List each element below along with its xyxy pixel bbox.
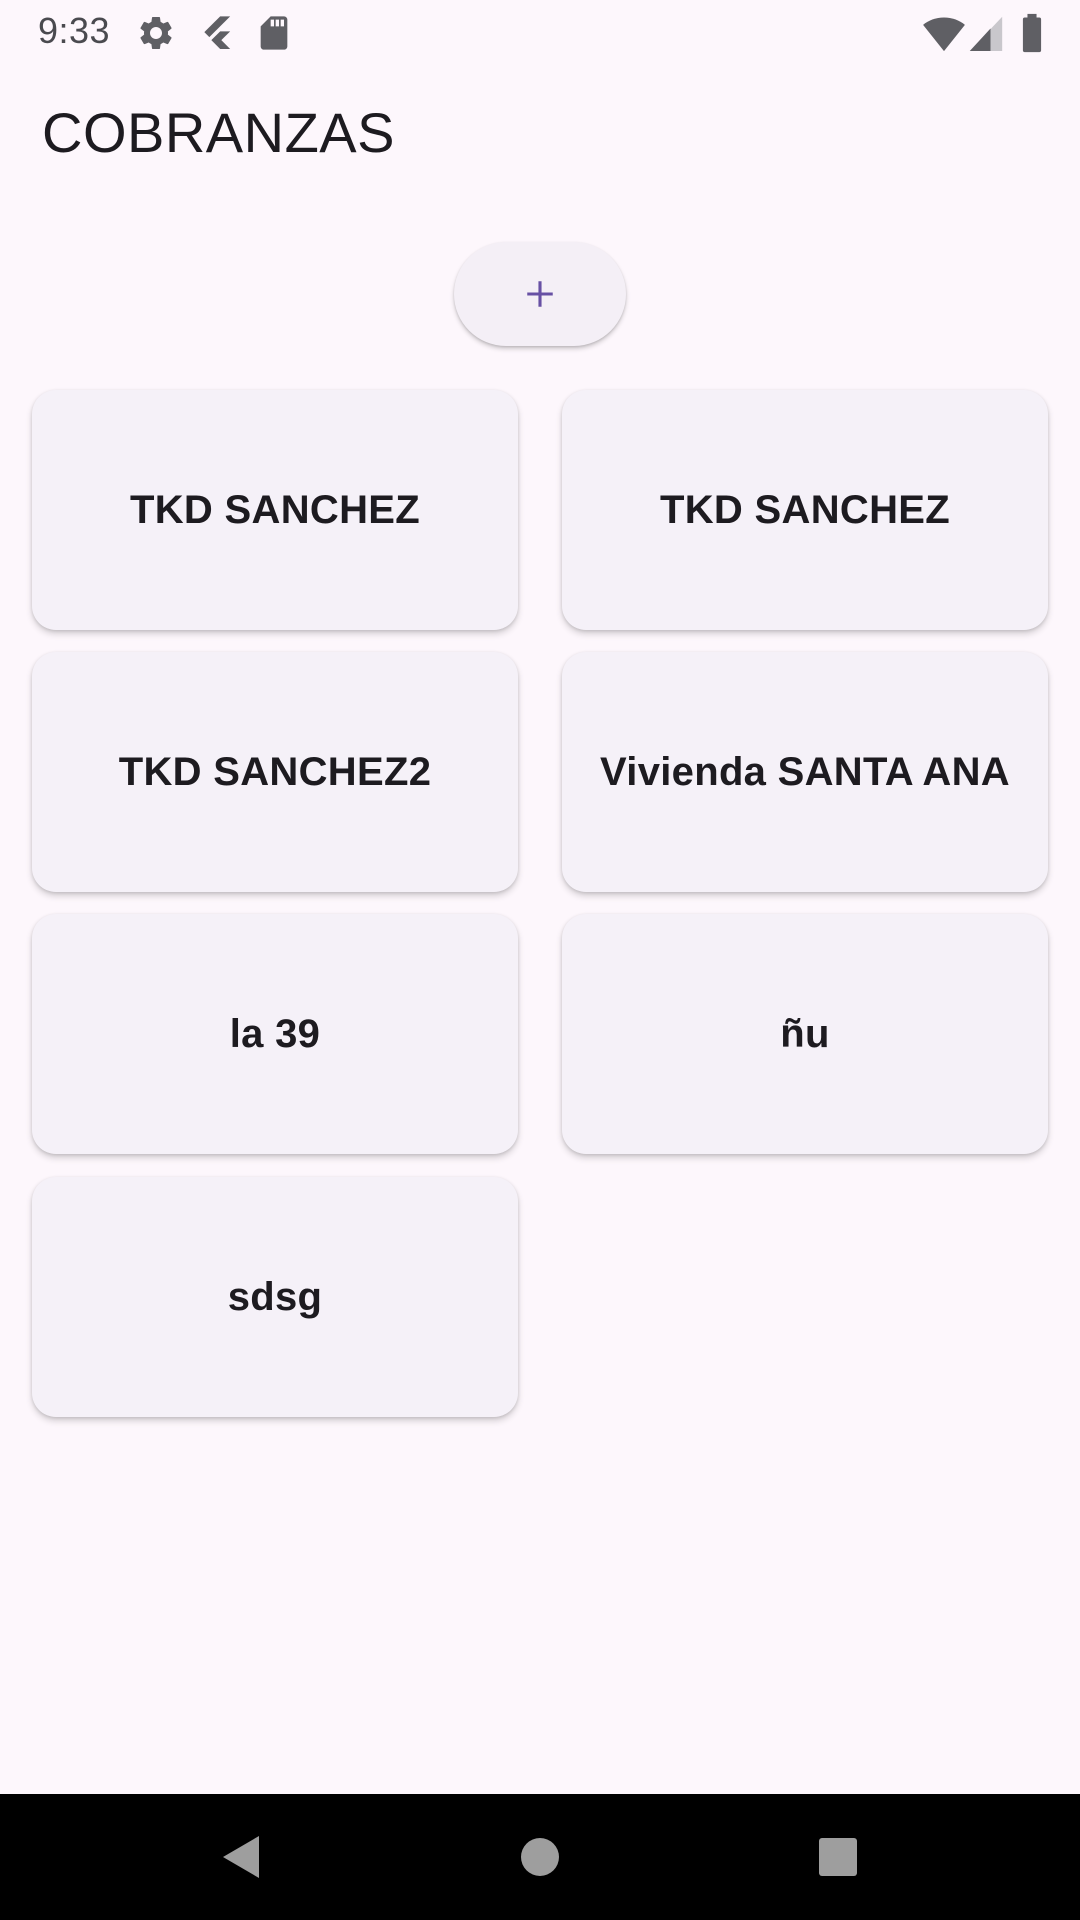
card-label: la 39 (229, 1011, 321, 1056)
page-title: COBRANZAS (42, 101, 395, 164)
card-item[interactable]: Vivienda SANTA ANA (562, 652, 1048, 892)
home-icon (521, 1838, 559, 1876)
home-button[interactable] (507, 1824, 573, 1890)
status-time: 9:33 (38, 10, 111, 51)
signal-icon (968, 13, 1004, 53)
card-item[interactable]: TKD SANCHEZ (562, 390, 1048, 630)
card-label: ñu (780, 1011, 830, 1056)
card-label: TKD SANCHEZ (660, 487, 950, 532)
sd-card-icon (254, 13, 294, 53)
card-label: TKD SANCHEZ (130, 487, 420, 532)
battery-icon (1020, 13, 1044, 53)
flutter-icon (196, 13, 236, 53)
card-label: TKD SANCHEZ2 (118, 749, 432, 794)
recents-icon (819, 1838, 857, 1876)
navigation-bar (0, 1794, 1080, 1920)
plus-icon (527, 281, 553, 307)
wifi-icon (922, 13, 966, 53)
card-item[interactable]: TKD SANCHEZ2 (32, 652, 518, 892)
gear-icon (136, 13, 176, 53)
card-label: Vivienda SANTA ANA (600, 749, 1010, 794)
card-item[interactable]: la 39 (32, 914, 518, 1154)
recents-button[interactable] (805, 1824, 871, 1890)
back-icon (223, 1836, 259, 1878)
status-bar: 9:33 (0, 0, 1080, 64)
card-item[interactable]: sdsg (32, 1177, 518, 1417)
card-label: sdsg (227, 1274, 323, 1319)
add-button[interactable] (454, 242, 626, 346)
card-item[interactable]: TKD SANCHEZ (32, 390, 518, 630)
card-item[interactable]: ñu (562, 914, 1048, 1154)
back-button[interactable] (208, 1824, 274, 1890)
